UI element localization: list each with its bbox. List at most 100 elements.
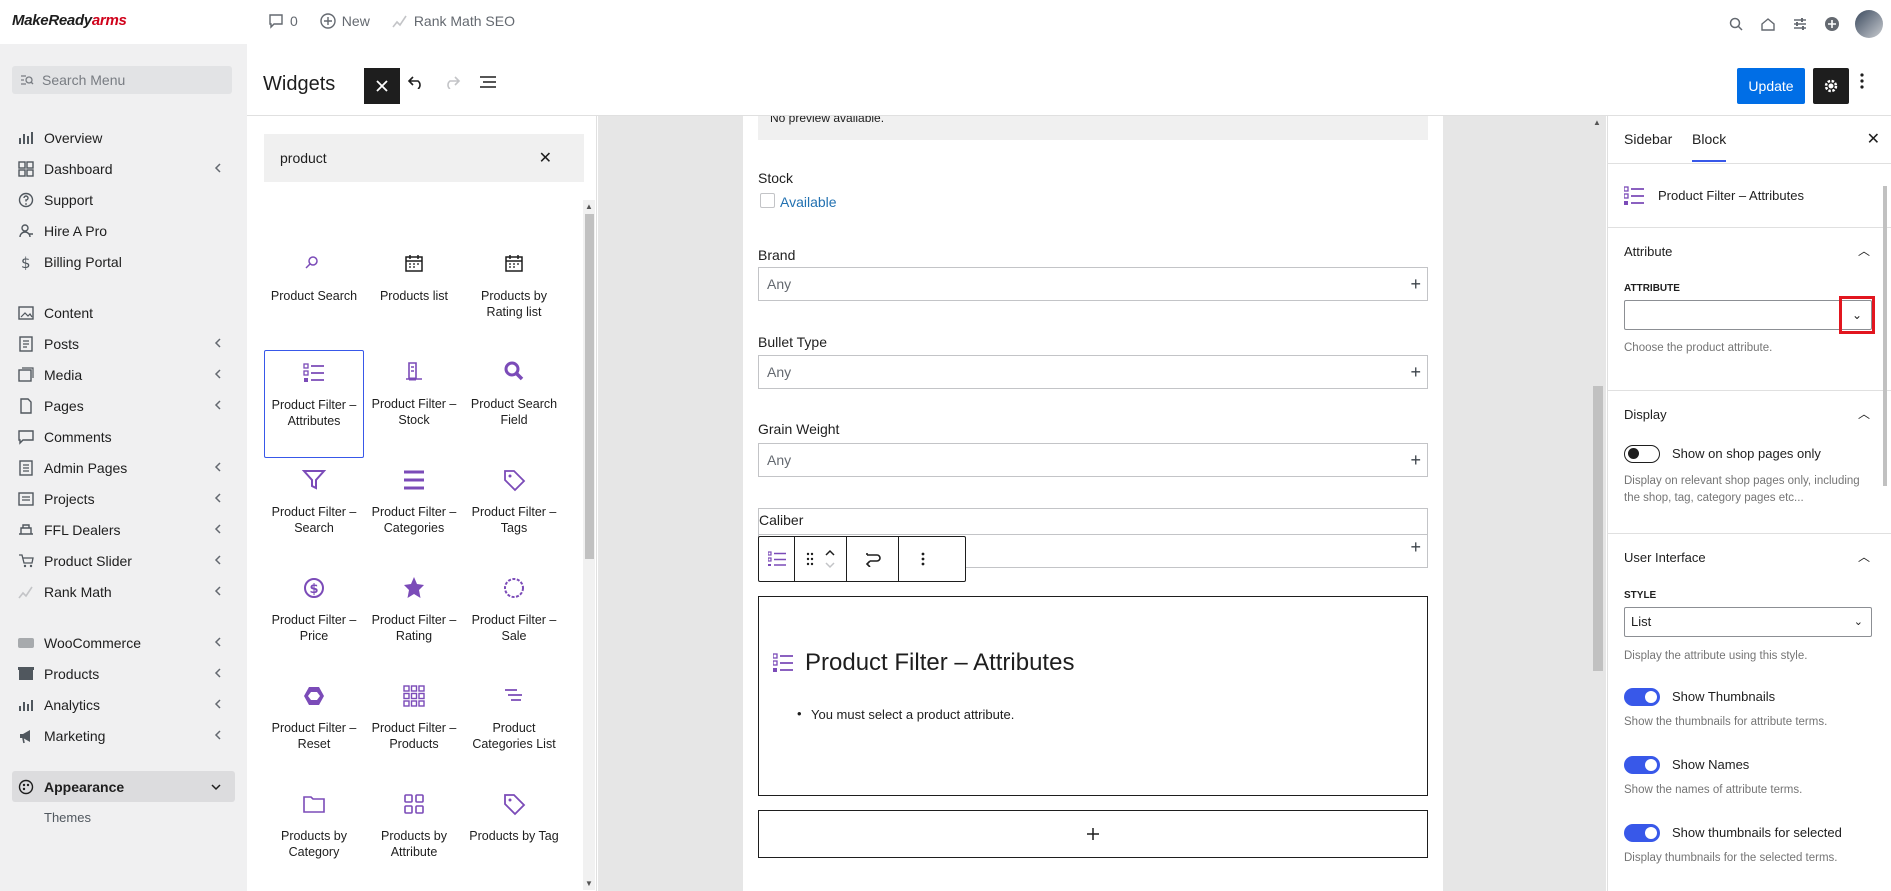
settings-scrollbar[interactable] <box>1878 116 1891 891</box>
move-up-down-icon[interactable] <box>824 548 836 570</box>
block-item-products-by-tag[interactable]: Products by Tag <box>464 782 564 890</box>
clear-search-icon[interactable]: ✕ <box>539 148 552 168</box>
sidebar-item-analytics[interactable]: Analytics <box>0 689 247 720</box>
avatar[interactable] <box>1855 10 1883 38</box>
block-item-product-search-field[interactable]: Product Search Field <box>464 350 564 458</box>
chevron-up-icon[interactable]: ︿ <box>1858 405 1870 422</box>
block-type-button[interactable] <box>759 537 795 581</box>
chevron-up-icon[interactable]: ︿ <box>1858 242 1870 259</box>
sidebar-item-support[interactable]: Support <box>0 184 247 215</box>
sidebar-item-billing-portal[interactable]: $ Billing Portal <box>0 246 247 277</box>
sidebar-item-overview[interactable]: Overview <box>0 122 247 153</box>
bullet-type-select[interactable]: Any + <box>758 355 1428 389</box>
sidebar-item-dashboard[interactable]: Dashboard <box>0 153 247 184</box>
drag-handle-icon[interactable] <box>806 552 814 566</box>
display-section-title[interactable]: Display <box>1624 407 1667 422</box>
sidebar-item-content[interactable]: Content <box>0 297 247 328</box>
scroll-up-icon[interactable]: ▲ <box>585 202 593 211</box>
chevron-down-icon[interactable]: ⌄ <box>1839 296 1875 334</box>
rank-math-seo-link[interactable]: Rank Math SEO <box>392 13 515 29</box>
plus-icon[interactable]: + <box>1410 268 1421 300</box>
scrollbar-thumb[interactable] <box>585 214 594 559</box>
site-logo[interactable]: MakeReadyarms <box>12 12 127 29</box>
available-checkbox[interactable] <box>760 193 775 208</box>
undo-button[interactable] <box>407 72 425 95</box>
block-item-product-filter-stock[interactable]: Product Filter – Stock <box>364 350 464 458</box>
transform-button[interactable] <box>847 537 899 581</box>
tab-block[interactable]: Block <box>1692 131 1727 162</box>
tab-sidebar[interactable]: Sidebar <box>1624 131 1672 147</box>
style-select[interactable]: List ⌄ <box>1624 607 1872 637</box>
block-options-button[interactable] <box>899 537 947 581</box>
canvas-scrollbar[interactable]: ▲ <box>1590 116 1604 891</box>
sidebar-item-marketing[interactable]: Marketing <box>0 720 247 751</box>
inserter-scrollbar[interactable]: ▲ ▼ <box>583 200 595 890</box>
block-item-product-filter-attributes[interactable]: Product Filter – Attributes <box>264 350 364 458</box>
plus-circle-icon[interactable] <box>1823 15 1841 33</box>
sliders-icon[interactable] <box>1791 15 1809 33</box>
block-item-product-filter-rating[interactable]: Product Filter – Rating <box>364 566 464 674</box>
block-item-label: Products list <box>379 289 449 303</box>
sidebar-item-woocommerce[interactable]: WooCommerce <box>0 627 247 658</box>
search-menu-input[interactable]: Search Menu <box>12 66 232 94</box>
ui-section-title[interactable]: User Interface <box>1624 550 1706 565</box>
scroll-up-icon[interactable]: ▲ <box>1593 118 1601 127</box>
sidebar-item-appearance[interactable]: Appearance <box>12 771 235 802</box>
show-thumbnails-selected-toggle[interactable] <box>1624 824 1660 842</box>
scroll-down-icon[interactable]: ▼ <box>585 879 593 888</box>
block-item-product-filter-tags[interactable]: Product Filter – Tags <box>464 458 564 566</box>
block-item-product-filter-search[interactable]: Product Filter – Search <box>264 458 364 566</box>
block-item-products-by-rating-list[interactable]: Products by Rating list <box>464 242 564 350</box>
search-icon[interactable] <box>1727 15 1745 33</box>
available-label[interactable]: Available <box>780 194 837 210</box>
sidebar-item-posts[interactable]: Posts <box>0 328 247 359</box>
show-names-toggle[interactable] <box>1624 756 1660 774</box>
sidebar-item-projects[interactable]: Projects <box>0 483 247 514</box>
comments-link[interactable]: 0 <box>268 13 298 29</box>
chevron-up-icon[interactable]: ︿ <box>1858 548 1870 565</box>
sidebar-item-products[interactable]: Products <box>0 658 247 689</box>
redo-button[interactable] <box>443 72 461 95</box>
update-button[interactable]: Update <box>1737 68 1805 104</box>
sidebar-item-rank-math[interactable]: Rank Math <box>0 576 247 607</box>
sidebar-item-pages[interactable]: Pages <box>0 390 247 421</box>
new-link[interactable]: New <box>320 13 370 29</box>
scrollbar-thumb[interactable] <box>1593 386 1603 671</box>
brand-select[interactable]: Any + <box>758 267 1428 301</box>
block-item-product-categories-list[interactable]: Product Categories List <box>464 674 564 782</box>
block-item-product-filter-reset[interactable]: Product Filter – Reset <box>264 674 364 782</box>
block-item-product-filter-categories[interactable]: Product Filter – Categories <box>364 458 464 566</box>
block-item-product-search[interactable]: Product Search <box>264 242 364 350</box>
block-item-products-by-attribute[interactable]: Products by Attribute <box>364 782 464 890</box>
plus-icon[interactable]: + <box>1410 444 1421 476</box>
attribute-section-title[interactable]: Attribute <box>1624 244 1672 259</box>
plus-icon[interactable]: + <box>1410 537 1421 558</box>
scrollbar-thumb[interactable] <box>1883 186 1887 486</box>
sidebar-item-hire-a-pro[interactable]: Hire A Pro <box>0 215 247 246</box>
sidebar-item-ffl-dealers[interactable]: FFL Dealers <box>0 514 247 545</box>
block-item-product-filter-price[interactable]: $ Product Filter – Price <box>264 566 364 674</box>
show-thumbnails-toggle[interactable] <box>1624 688 1660 706</box>
chevron-left-icon <box>214 667 221 681</box>
add-block-button[interactable] <box>758 810 1428 858</box>
plus-icon[interactable]: + <box>1410 356 1421 388</box>
shop-only-toggle[interactable] <box>1624 445 1660 463</box>
home-icon[interactable] <box>1759 15 1777 33</box>
block-search-input[interactable]: product ✕ <box>264 134 584 182</box>
block-item-product-filter-sale[interactable]: Product Filter – Sale <box>464 566 564 674</box>
sidebar-item-media[interactable]: Media <box>0 359 247 390</box>
more-options-button[interactable] <box>1860 72 1864 95</box>
block-item-products-list[interactable]: Products list <box>364 242 464 350</box>
close-inserter-button[interactable] <box>364 68 400 104</box>
sidebar-item-product-slider[interactable]: Product Slider <box>0 545 247 576</box>
settings-button[interactable] <box>1813 68 1849 104</box>
sidebar-item-comments[interactable]: Comments <box>0 421 247 452</box>
block-item-product-filter-products[interactable]: Product Filter – Products <box>364 674 464 782</box>
sidebar-subitem-themes[interactable]: Themes <box>0 802 247 833</box>
grain-weight-select[interactable]: Any + <box>758 443 1428 477</box>
product-filter-attributes-block[interactable]: Product Filter – Attributes You must sel… <box>758 596 1428 796</box>
block-item-products-by-category[interactable]: Products by Category <box>264 782 364 890</box>
attribute-select[interactable]: ⌄ <box>1624 296 1875 334</box>
list-view-button[interactable] <box>479 72 497 95</box>
sidebar-item-admin-pages[interactable]: Admin Pages <box>0 452 247 483</box>
